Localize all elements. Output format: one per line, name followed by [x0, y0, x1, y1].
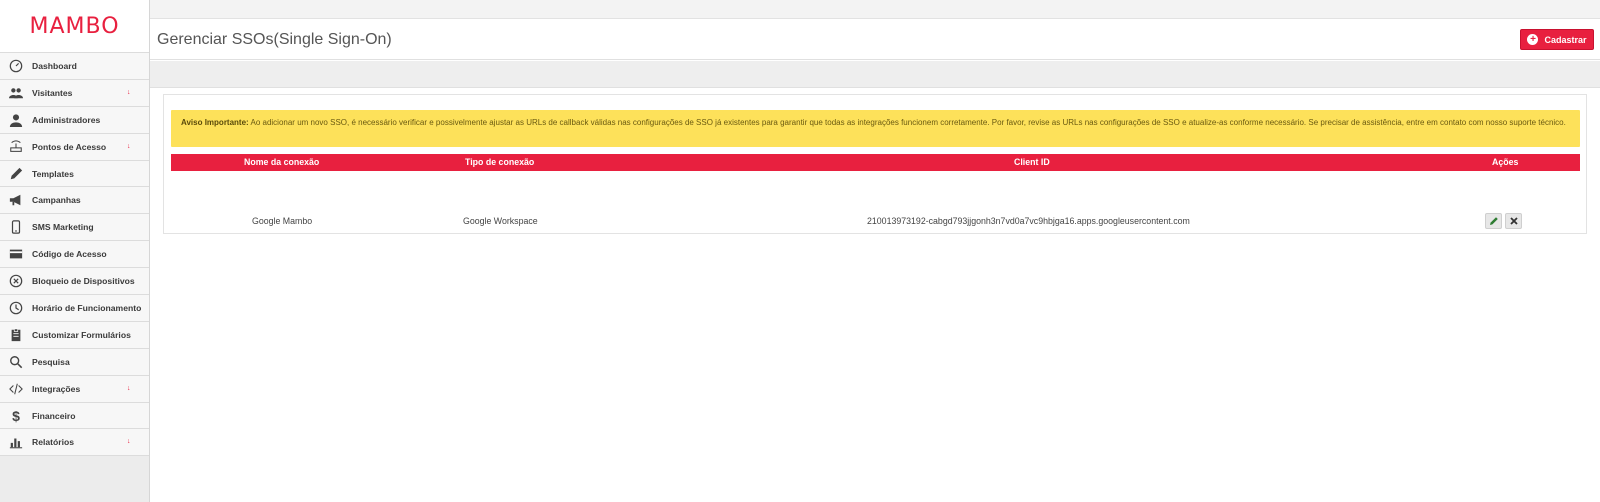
sidebar-item-label: Dashboard — [32, 60, 77, 71]
mobile-icon — [8, 219, 24, 235]
sidebar-item-label: Pesquisa — [32, 356, 70, 367]
sso-table: Nome da conexão Tipo de conexão Client I… — [171, 154, 1580, 241]
table-row: Google Mambo Google Workspace 2100139731… — [171, 171, 1580, 241]
block-icon — [8, 273, 24, 289]
header-nome-conexao[interactable]: Nome da conexão — [244, 154, 319, 171]
delete-button[interactable] — [1505, 213, 1522, 229]
sidebar-item-label: Administradores — [32, 114, 101, 125]
sidebar-item-label: Customizar Formulários — [32, 329, 131, 340]
sidebar-nav: Dashboard Visitantes ↓ Administradores P… — [0, 53, 149, 457]
sidebar-item-integracoes[interactable]: Integrações ↓ — [0, 375, 149, 403]
cell-connection-name: Google Mambo — [252, 216, 313, 226]
sidebar-item-label: Código de Acesso — [32, 249, 107, 260]
sidebar-item-label: Pontos de Acesso — [32, 141, 107, 152]
sidebar-item-bloqueio[interactable]: Bloqueio de Dispositivos — [0, 268, 149, 296]
add-button-label: Cadastrar — [1544, 34, 1587, 45]
sidebar-item-campanhas[interactable]: Campanhas — [0, 187, 149, 215]
sidebar-item-label: Horário de Funcionamento — [32, 302, 142, 313]
users-icon — [8, 85, 24, 101]
pencil-icon — [1489, 217, 1498, 225]
sidebar-item-administradores[interactable]: Administradores — [0, 106, 149, 134]
page-title: Gerenciar SSOs(Single Sign-On) — [157, 31, 392, 48]
sidebar-item-relatorios[interactable]: Relatórios ↓ — [0, 429, 149, 457]
sidebar-item-label: Integrações — [32, 383, 81, 394]
bar-chart-icon — [8, 434, 24, 450]
close-icon — [1509, 217, 1518, 225]
sidebar-item-financeiro[interactable]: $ Financeiro — [0, 402, 149, 430]
logo[interactable]: MAMBO — [0, 0, 149, 53]
sidebar-item-dashboard[interactable]: Dashboard — [0, 53, 149, 80]
warning-alert: Aviso Importante: Ao adicionar um novo S… — [171, 110, 1580, 147]
sidebar: MAMBO Dashboard Visitantes ↓ Administrad… — [0, 0, 150, 502]
header-client-id[interactable]: Client ID — [1014, 154, 1050, 171]
chevron-down-icon: ↓ — [127, 88, 131, 96]
table-header: Nome da conexão Tipo de conexão Client I… — [171, 154, 1580, 171]
sidebar-item-pontos-de-acesso[interactable]: Pontos de Acesso ↓ — [0, 133, 149, 161]
sidebar-item-codigo-de-acesso[interactable]: Código de Acesso — [0, 241, 149, 269]
add-sso-button[interactable]: + Cadastrar — [1520, 29, 1594, 50]
cell-client-id: 210013973192-cabgd793jjgonh3n7vd0a7vc9hb… — [867, 216, 1190, 226]
top-bar — [150, 0, 1600, 19]
sidebar-item-sms-marketing[interactable]: SMS Marketing — [0, 214, 149, 242]
sidebar-item-templates[interactable]: Templates — [0, 160, 149, 188]
clock-icon — [8, 300, 24, 316]
sidebar-item-customizar-formularios[interactable]: Customizar Formulários — [0, 321, 149, 349]
sidebar-item-label: Campanhas — [32, 195, 81, 206]
clipboard-icon — [8, 327, 24, 343]
sidebar-item-label: Relatórios — [32, 437, 75, 448]
logo-text: MAMBO — [29, 13, 120, 39]
search-icon — [8, 354, 24, 370]
sidebar-item-visitantes[interactable]: Visitantes ↓ — [0, 79, 149, 107]
sidebar-item-label: Templates — [32, 168, 74, 179]
cell-connection-type: Google Workspace — [463, 216, 538, 226]
dashboard-icon — [8, 58, 24, 74]
dollar-icon: $ — [12, 407, 20, 424]
chevron-down-icon: ↓ — [127, 438, 131, 446]
code-icon — [8, 381, 24, 397]
card-icon — [8, 246, 24, 262]
pencil-icon — [8, 166, 24, 182]
user-icon — [8, 112, 24, 128]
megaphone-icon — [8, 192, 24, 208]
edit-button[interactable] — [1485, 213, 1502, 229]
alert-text: Ao adicionar um novo SSO, é necessário v… — [248, 118, 1566, 127]
sidebar-item-label: Financeiro — [32, 410, 76, 421]
header-tipo-conexao[interactable]: Tipo de conexão — [465, 154, 534, 171]
plus-circle-icon: + — [1527, 34, 1539, 45]
sidebar-item-pesquisa[interactable]: Pesquisa — [0, 348, 149, 376]
page-header: Gerenciar SSOs(Single Sign-On) + Cadastr… — [150, 19, 1600, 60]
sidebar-item-horario[interactable]: Horário de Funcionamento — [0, 295, 149, 322]
alert-title: Aviso Importante: — [181, 118, 249, 127]
sub-bar — [150, 61, 1600, 88]
access-point-icon — [8, 139, 24, 155]
sidebar-item-label: Bloqueio de Dispositivos — [32, 276, 135, 287]
chevron-down-icon: ↓ — [127, 384, 131, 392]
chevron-down-icon: ↓ — [127, 142, 131, 150]
header-acoes: Ações — [1492, 157, 1519, 167]
sso-panel: Aviso Importante: Ao adicionar um novo S… — [163, 94, 1587, 234]
sidebar-item-label: Visitantes — [32, 87, 73, 98]
sidebar-item-label: SMS Marketing — [32, 222, 94, 233]
